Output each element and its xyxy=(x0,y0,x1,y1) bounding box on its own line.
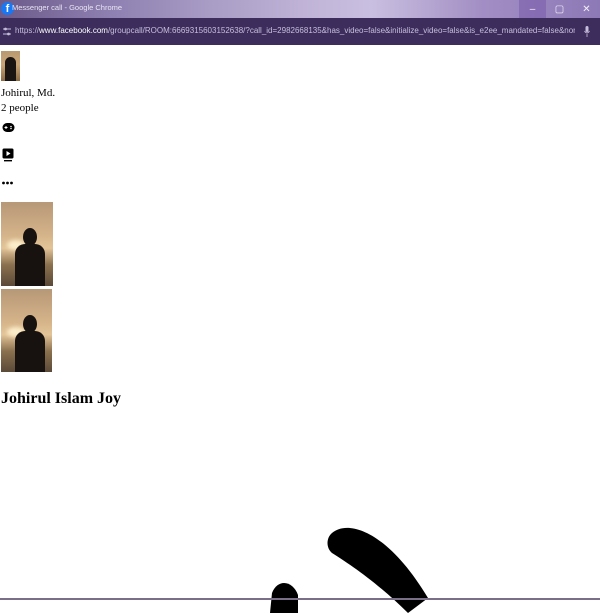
title-bar: f Messenger call - Google Chrome – ▢ ✕ xyxy=(0,0,600,18)
url-field[interactable]: https://www.facebook.com/groupcall/ROOM:… xyxy=(15,26,575,35)
profile-photo xyxy=(1,202,53,286)
silhouette-body xyxy=(15,244,45,286)
avatar xyxy=(1,51,20,81)
video-play-icon[interactable] xyxy=(2,148,14,162)
more-options-icon[interactable] xyxy=(2,181,13,185)
url-path: /groupcall/ROOM:6669315603152638/?call_i… xyxy=(107,26,575,35)
participant-name: Johirul, Md. xyxy=(1,87,56,99)
maximize-button[interactable]: ▢ xyxy=(546,0,573,18)
profile-photo xyxy=(1,289,52,372)
site-settings-icon[interactable] xyxy=(3,27,11,36)
minimize-button[interactable]: – xyxy=(519,0,546,18)
window-controls: – ▢ ✕ xyxy=(519,0,600,18)
url-host: www.facebook.com xyxy=(39,26,108,35)
participants-count: 2 people xyxy=(1,102,39,114)
gamepad-icon[interactable] xyxy=(2,121,15,134)
window-title: Messenger call - Google Chrome xyxy=(12,3,123,12)
silhouette-body xyxy=(15,331,45,372)
url-scheme: https:// xyxy=(15,26,40,35)
caller-full-name: Johirul Islam Joy xyxy=(1,390,122,407)
call-page: Johirul, Md. 2 people Johirul Islam Joy xyxy=(0,45,600,613)
address-bar: https://www.facebook.com/groupcall/ROOM:… xyxy=(0,18,600,45)
avatar-silhouette xyxy=(5,57,16,81)
close-button[interactable]: ✕ xyxy=(573,0,600,18)
microphone-icon[interactable] xyxy=(584,26,590,37)
